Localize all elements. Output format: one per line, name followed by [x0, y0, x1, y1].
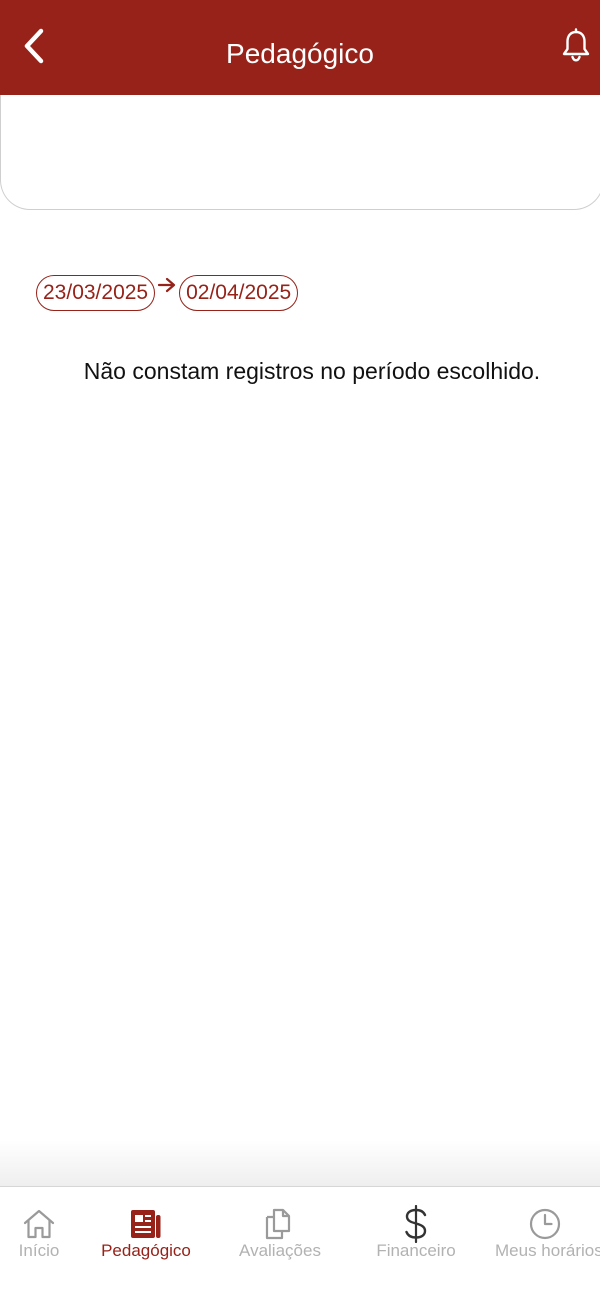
nav-item-avaliacoes[interactable]: Avaliações	[232, 1187, 328, 1267]
home-icon	[19, 1205, 59, 1243]
nav-item-financeiro[interactable]: Financeiro	[368, 1187, 464, 1267]
bottom-navigation: Início Pedagógico Avaliações Financeiro …	[0, 1186, 600, 1299]
nav-item-meus-horarios[interactable]: Meus horários	[492, 1187, 600, 1267]
app-header: Pedagógico	[0, 0, 600, 95]
newspaper-icon	[126, 1205, 166, 1243]
bottom-shadow	[0, 1140, 600, 1188]
end-date-picker[interactable]: 02/04/2025	[179, 275, 299, 311]
nav-label-pedagogico: Pedagógico	[101, 1241, 191, 1260]
nav-item-pedagogico[interactable]: Pedagógico	[92, 1187, 200, 1267]
summary-card	[0, 95, 600, 210]
start-date-picker[interactable]: 23/03/2025	[36, 275, 156, 311]
nav-label-financeiro: Financeiro	[376, 1241, 456, 1260]
dollar-icon	[396, 1205, 436, 1243]
date-range-filter: 23/03/2025 02/04/2025	[36, 275, 299, 311]
clock-icon	[525, 1205, 565, 1243]
page-title: Pedagógico	[226, 38, 374, 69]
nav-label-meus-horarios: Meus horários	[495, 1241, 600, 1260]
bell-icon	[562, 28, 590, 62]
nav-item-inicio[interactable]: Início	[0, 1187, 78, 1267]
documents-icon	[260, 1205, 300, 1243]
back-button[interactable]	[14, 22, 54, 70]
arrow-right-icon	[155, 275, 179, 311]
nav-label-inicio: Início	[18, 1241, 60, 1260]
notifications-button[interactable]	[556, 24, 596, 68]
chevron-left-icon	[24, 28, 44, 64]
empty-state-message: Não constam registros no período escolhi…	[83, 358, 541, 384]
nav-label-avaliacoes: Avaliações	[239, 1241, 321, 1260]
